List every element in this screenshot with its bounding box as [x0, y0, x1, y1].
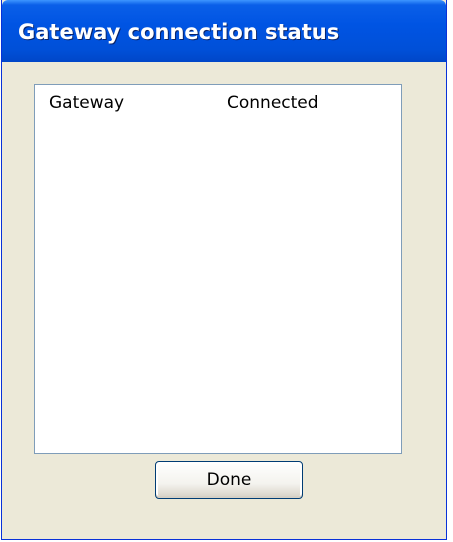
done-button[interactable]: Done [155, 461, 303, 499]
list-item[interactable]: Gateway Connected [35, 93, 401, 117]
dialog-body: Gateway Connected Done [2, 62, 446, 539]
window-title: Gateway connection status [18, 20, 340, 44]
gateway-name: Gateway [49, 93, 125, 113]
dialog-window: Gateway connection status Gateway Connec… [1, 0, 447, 540]
connection-status-list[interactable]: Gateway Connected [34, 84, 402, 454]
title-bar[interactable]: Gateway connection status [2, 0, 446, 62]
gateway-status: Connected [227, 93, 319, 113]
